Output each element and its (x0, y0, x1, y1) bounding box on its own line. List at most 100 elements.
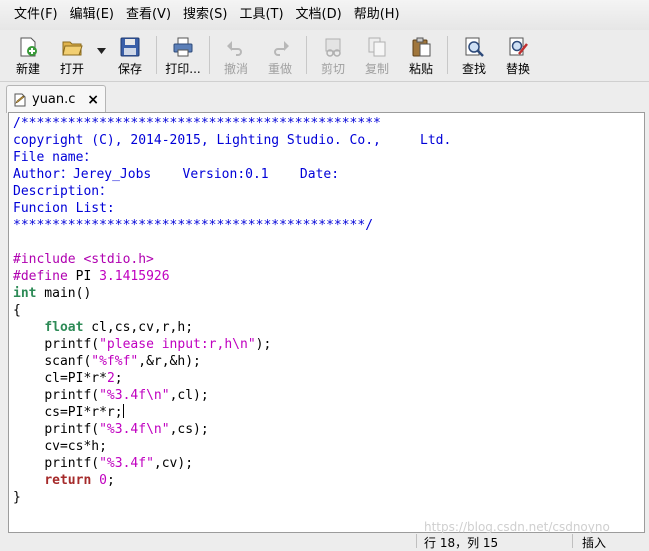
undo-icon (227, 41, 242, 56)
find-label: 查找 (461, 62, 486, 76)
code-line: /***************************************… (13, 116, 381, 131)
code-semicolon: ; (106, 473, 115, 488)
code-scan-args: ,&r,&h); (138, 354, 201, 369)
text-cursor (122, 404, 124, 418)
undo-label: 撤消 (223, 62, 248, 76)
code-int-keyword: int (13, 286, 37, 301)
code-cv-assign: cv=cs*h; (44, 439, 107, 454)
menu-edit[interactable]: 编辑(E) (64, 0, 120, 30)
menu-help[interactable]: 帮助(H) (348, 0, 406, 30)
status-divider (416, 534, 417, 548)
menu-tools[interactable]: 工具(T) (233, 0, 289, 30)
open-label: 打开 (59, 62, 84, 76)
toolbar: 新建 打开 保存 打印... 撤消 重做 剪切 复制 粘贴 查找 替换 (0, 30, 649, 82)
toolbar-separator (156, 36, 157, 74)
cut-label: 剪切 (320, 62, 345, 76)
code-line: ****************************************… (13, 218, 374, 233)
code-string: "%3.4f\n" (99, 388, 170, 403)
code-define-value: 3.1415926 (99, 269, 170, 284)
replace-label: 替换 (505, 62, 530, 76)
undo-button[interactable]: 撤消 (214, 30, 258, 78)
code-string: "please input:r,h\n" (99, 337, 256, 352)
code-define-name: PI (67, 269, 100, 284)
code-semicolon: ; (114, 371, 123, 386)
code-string: "%3.4f" (99, 456, 154, 471)
menu-view[interactable]: 查看(V) (120, 0, 177, 30)
status-divider (572, 534, 573, 548)
redo-button[interactable]: 重做 (258, 30, 302, 78)
print-button[interactable]: 打印... (161, 30, 205, 78)
replace-button[interactable]: 替换 (496, 30, 540, 78)
code-include: #include <stdio.h> (13, 252, 154, 267)
copy-button[interactable]: 复制 (355, 30, 399, 78)
code-line: Description： (13, 184, 113, 199)
paste-button[interactable]: 粘贴 (399, 30, 443, 78)
chevron-down-icon (96, 48, 106, 54)
save-icon (120, 37, 140, 57)
toolbar-separator (306, 36, 307, 74)
menu-documents[interactable]: 文档(D) (290, 0, 348, 30)
find-button[interactable]: 查找 (452, 30, 496, 78)
copy-label: 复制 (364, 62, 389, 76)
code-number: 0 (99, 473, 107, 488)
code-editor[interactable]: /***************************************… (8, 112, 645, 533)
code-string: "%3.4f\n" (99, 422, 170, 437)
code-scanf: scanf( (44, 354, 92, 369)
code-printf-args: ,cv); (153, 456, 194, 471)
tab-yuan-c[interactable]: yuan.c × (6, 85, 106, 113)
code-printf-args: ,cl); (169, 388, 209, 403)
code-number: 2 (106, 371, 115, 386)
code-printf: printf( (44, 388, 100, 403)
code-printf: printf( (44, 337, 100, 352)
new-button[interactable]: 新建 (6, 30, 50, 78)
code-line: Funcion List: (13, 201, 115, 216)
watermark: https://blog.csdn.net/csdnoyno (424, 520, 610, 534)
cut-button[interactable]: 剪切 (311, 30, 355, 78)
folder-open-icon (62, 41, 83, 56)
code-main-signature: main() (36, 286, 92, 301)
code-text[interactable]: /***************************************… (13, 115, 451, 506)
redo-label: 重做 (267, 62, 292, 76)
menu-file[interactable]: 文件(F) (8, 0, 64, 30)
replace-icon (509, 37, 528, 56)
code-cs-assign: cs=PI*r*r; (44, 405, 123, 420)
code-line: File name： (13, 150, 97, 165)
close-tab-icon[interactable]: × (87, 92, 99, 108)
code-cl-assign: cl=PI*r* (44, 371, 107, 386)
toolbar-separator (447, 36, 448, 74)
menu-bar: 文件(F) 编辑(E) 查看(V) 搜索(S) 工具(T) 文档(D) 帮助(H… (0, 0, 649, 30)
code-close-paren: ); (255, 337, 272, 352)
code-printf: printf( (44, 422, 100, 437)
printer-icon (173, 37, 193, 57)
text-file-icon (14, 93, 26, 106)
new-file-icon (20, 37, 37, 57)
code-printf: printf( (44, 456, 100, 471)
code-brace: } (13, 490, 21, 505)
new-label: 新建 (15, 62, 40, 76)
scissors-icon (325, 38, 341, 57)
document-tabbar: yuan.c × (0, 82, 649, 113)
code-define-keyword: #define (13, 269, 68, 284)
menu-search[interactable]: 搜索(S) (177, 0, 233, 30)
toolbar-separator (209, 36, 210, 74)
open-button[interactable]: 打开 (50, 30, 94, 78)
print-label: 打印... (165, 62, 201, 76)
code-string: "%f%f" (91, 354, 139, 369)
tab-label: yuan.c (32, 92, 76, 107)
code-printf-args: ,cs); (169, 422, 209, 437)
code-line: copyright (C), 2014-2015, Lighting Studi… (13, 133, 452, 148)
code-return-keyword: return (44, 473, 92, 488)
code-brace: { (13, 303, 21, 318)
code-line: Author：Jerey_Jobs Version:0.1 Date: (13, 167, 340, 182)
clipboard-icon (412, 37, 431, 57)
redo-icon (274, 41, 289, 56)
open-recent-dropdown[interactable] (94, 30, 108, 78)
find-icon (465, 37, 484, 57)
code-declaration: cl,cs,cv,r,h; (83, 320, 194, 335)
paste-label: 粘贴 (408, 62, 433, 76)
code-float-keyword: float (44, 320, 84, 335)
save-button[interactable]: 保存 (108, 30, 152, 78)
status-bar: 行 18，列 15 插入 (0, 533, 649, 550)
copy-icon (368, 37, 386, 57)
save-label: 保存 (117, 62, 142, 76)
